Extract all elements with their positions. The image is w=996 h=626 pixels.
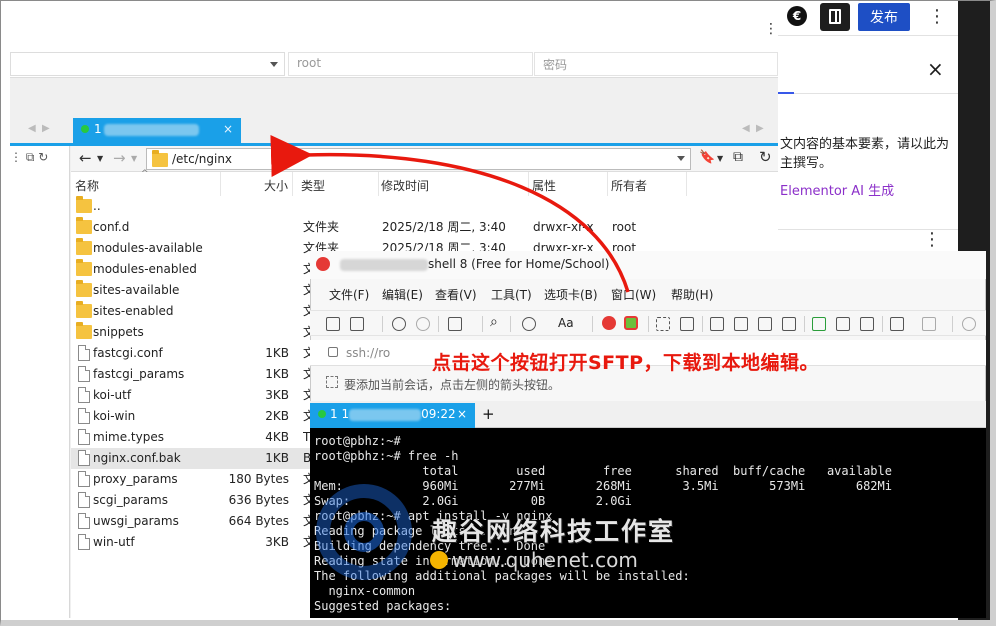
watermark-logo-inner xyxy=(344,512,384,552)
watermark-dot-icon xyxy=(430,551,448,569)
watermark-url: www.quhenet.com xyxy=(452,548,638,572)
watermark-name: 趣谷网络科技工作室 xyxy=(432,517,676,546)
